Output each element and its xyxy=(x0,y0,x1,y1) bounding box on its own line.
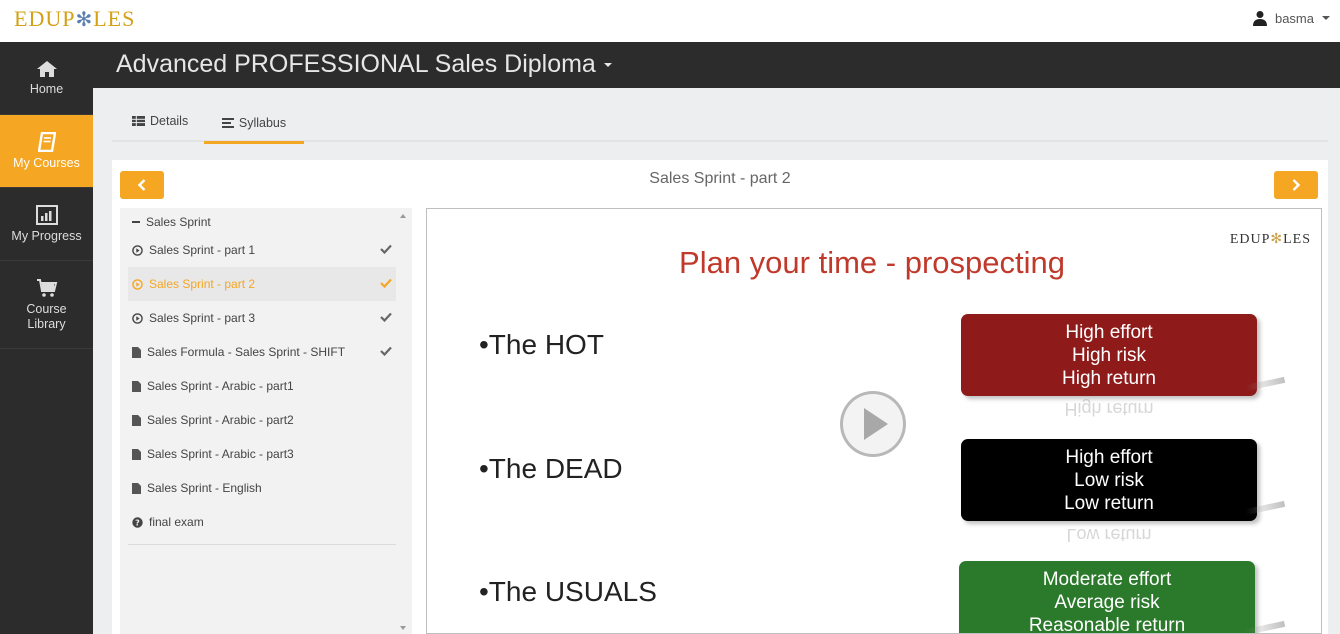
box-reflection: Low return xyxy=(1066,525,1152,545)
list-item-label: Sales Sprint - part 2 xyxy=(149,277,256,291)
box-line: High risk xyxy=(1072,344,1146,366)
list-item-label: Sales Sprint - part 3 xyxy=(149,311,256,325)
logo-text-left: EDUP xyxy=(14,6,76,31)
box-reflection: High return xyxy=(1064,399,1154,419)
top-bar: EDUP✻LES basma xyxy=(0,0,1340,42)
list-item-label: Sales Sprint - English xyxy=(147,481,262,495)
list-item[interactable]: ? final exam xyxy=(128,505,396,539)
course-header: Advanced PROFESSIONAL Sales Diploma xyxy=(93,42,1340,88)
tab-label: Syllabus xyxy=(238,115,287,130)
table-icon xyxy=(132,116,145,126)
caret-down-icon xyxy=(603,63,612,68)
play-circle-icon xyxy=(132,244,143,256)
sidebar-item-my-courses[interactable]: My Courses xyxy=(0,115,93,188)
check-icon xyxy=(380,312,392,322)
lesson-title: Sales Sprint - part 2 xyxy=(649,170,791,187)
list-item[interactable]: Sales Sprint - part 1 xyxy=(128,233,396,267)
play-icon xyxy=(864,408,888,440)
lesson-card: Sales Sprint - part 2 Sales Sprint Sales… xyxy=(112,160,1328,634)
sidebar-item-home[interactable]: Home xyxy=(0,42,93,115)
syllabus-list: Sales Sprint Sales Sprint - part 1 Sales… xyxy=(120,208,412,634)
chevron-right-icon xyxy=(1292,179,1300,191)
file-icon xyxy=(132,482,141,494)
check-icon xyxy=(380,346,392,356)
play-circle-icon xyxy=(132,278,143,290)
list-item[interactable]: Sales Formula - Sales Sprint - SHIFT xyxy=(128,335,396,369)
file-icon xyxy=(132,414,141,426)
course-tabs: Details Syllabus xyxy=(112,106,1328,144)
sidebar-item-label: Home xyxy=(29,82,64,96)
play-button[interactable] xyxy=(840,391,906,457)
user-name: basma xyxy=(1274,10,1314,26)
logo-text-right: LES xyxy=(93,6,136,31)
course-title: Advanced PROFESSIONAL Sales Diploma xyxy=(116,50,596,78)
user-icon xyxy=(1252,11,1267,26)
list-item-label: Sales Formula - Sales Sprint - SHIFT xyxy=(147,345,346,359)
file-icon xyxy=(132,380,141,392)
sidebar-item-course-library[interactable]: Course Library xyxy=(0,261,93,349)
box-line: Reasonable return xyxy=(1028,614,1186,634)
svg-text:?: ? xyxy=(135,518,140,527)
minus-icon xyxy=(132,221,140,223)
section-label: Sales Sprint xyxy=(146,215,211,229)
sidebar-item-label: My Progress xyxy=(11,229,82,243)
file-icon xyxy=(132,448,141,460)
question-circle-icon: ? xyxy=(132,516,143,528)
slide-box-hot: High effort High risk High return xyxy=(961,314,1257,396)
course-title-dropdown[interactable]: Advanced PROFESSIONAL Sales Diploma xyxy=(116,50,612,79)
video-player[interactable]: EDUP✻LES Plan your time - prospecting •T… xyxy=(426,208,1322,634)
slide-title: Plan your time - prospecting xyxy=(679,245,1065,280)
box-line: High effort xyxy=(1065,321,1153,343)
list-item-label: Sales Sprint - Arabic - part1 xyxy=(147,379,294,393)
tab-details[interactable]: Details xyxy=(132,114,188,128)
slide-box-dead: High effort Low risk Low return xyxy=(961,439,1257,521)
list-item[interactable]: Sales Sprint - part 2 xyxy=(128,267,396,301)
slide-bullet: •The HOT xyxy=(479,329,604,360)
box-line: Average risk xyxy=(1054,591,1160,613)
syllabus-section-header[interactable]: Sales Sprint xyxy=(128,211,396,233)
list-item-label: Sales Sprint - part 1 xyxy=(149,243,256,257)
scroll-down-arrow-icon[interactable] xyxy=(400,626,406,630)
list-item[interactable]: Sales Sprint - part 3 xyxy=(128,301,396,335)
check-icon xyxy=(380,278,392,288)
list-item[interactable]: Sales Sprint - Arabic - part2 xyxy=(128,403,396,437)
scroll-up-arrow-icon[interactable] xyxy=(400,214,406,218)
chevron-down-icon xyxy=(1322,16,1330,20)
logo-star-icon: ✻ xyxy=(75,9,94,31)
tab-syllabus[interactable]: Syllabus xyxy=(204,114,304,144)
book-icon xyxy=(37,132,56,152)
box-line: High return xyxy=(1062,367,1156,389)
list-item[interactable]: Sales Sprint - English xyxy=(128,471,396,505)
slide-box-usuals: Moderate effort Average risk Reasonable … xyxy=(959,561,1255,634)
slide-bullet: •The DEAD xyxy=(479,453,623,484)
next-lesson-button[interactable] xyxy=(1274,171,1318,199)
file-icon xyxy=(132,346,141,358)
edupoles-logo[interactable]: EDUP✻LES xyxy=(14,6,135,32)
user-menu[interactable]: basma xyxy=(1252,10,1330,26)
list-item-label: Sales Sprint - Arabic - part2 xyxy=(147,413,294,427)
box-line: Low return xyxy=(1064,492,1154,514)
sidebar-item-label: Course Library xyxy=(26,301,67,331)
box-line: Low risk xyxy=(1074,469,1144,491)
check-icon xyxy=(380,244,392,254)
cart-icon xyxy=(36,278,57,297)
chart-icon xyxy=(35,205,58,225)
list-item-label: final exam xyxy=(149,515,204,529)
list-icon xyxy=(221,117,234,128)
sidebar-item-my-progress[interactable]: My Progress xyxy=(0,188,93,261)
sidebar-item-label: My Courses xyxy=(13,156,80,170)
list-item[interactable]: Sales Sprint - Arabic - part3 xyxy=(128,437,396,471)
play-circle-icon xyxy=(132,312,143,324)
box-line: High effort xyxy=(1065,446,1153,468)
list-divider xyxy=(128,544,396,545)
slide-bullet: •The USUALS xyxy=(479,576,657,607)
tab-label: Details xyxy=(150,114,189,128)
list-item[interactable]: Sales Sprint - Arabic - part1 xyxy=(128,369,396,403)
sidebar: Home My Courses My Progress Course Libra… xyxy=(0,42,93,634)
home-icon xyxy=(36,61,57,77)
list-item-label: Sales Sprint - Arabic - part3 xyxy=(147,447,294,461)
box-line: Moderate effort xyxy=(1042,568,1172,590)
